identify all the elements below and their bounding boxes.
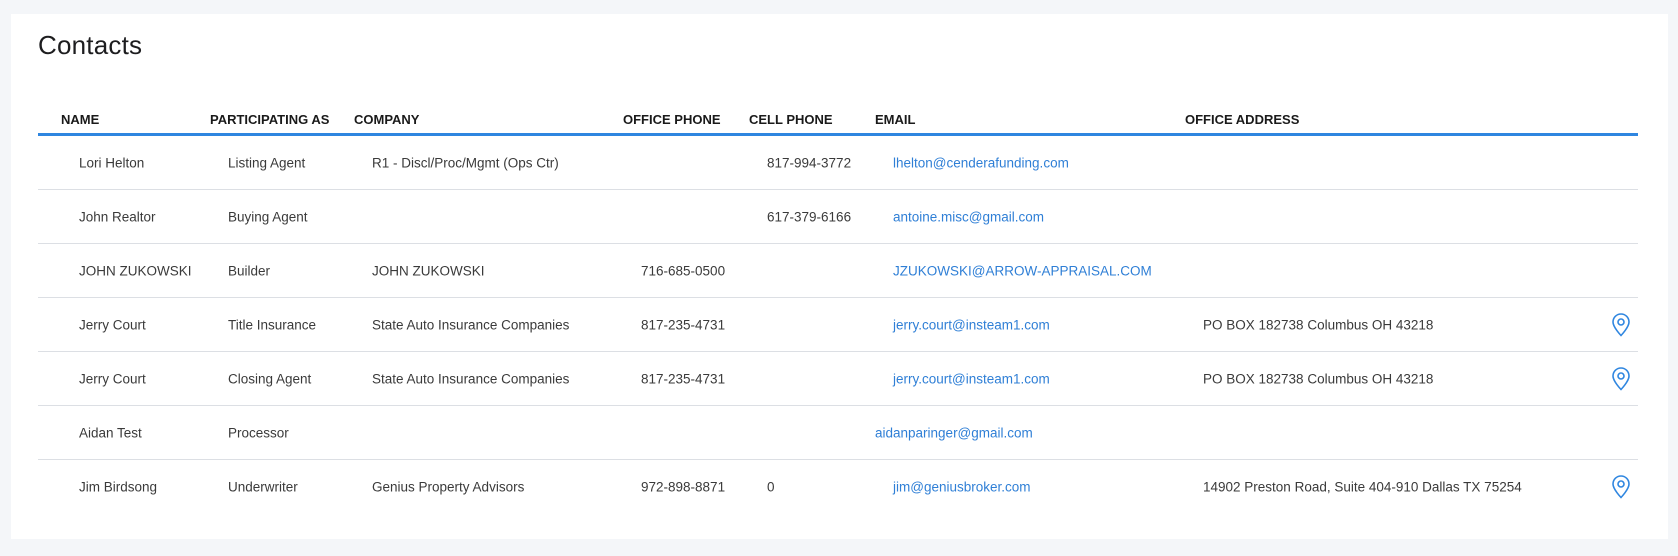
contact-name: Lori Helton bbox=[79, 155, 145, 170]
table-header: NAME PARTICIPATING AS COMPANY OFFICE PHO… bbox=[38, 92, 1638, 136]
column-header-office-phone[interactable]: OFFICE PHONE bbox=[623, 112, 721, 127]
contact-name: John Realtor bbox=[79, 209, 156, 224]
contacts-table: NAME PARTICIPATING AS COMPANY OFFICE PHO… bbox=[38, 92, 1638, 514]
contact-company: R1 - Discl/Proc/Mgmt (Ops Ctr) bbox=[372, 155, 559, 170]
map-pin-icon[interactable] bbox=[1611, 312, 1631, 337]
contact-role: Closing Agent bbox=[228, 371, 312, 386]
contact-company: JOHN ZUKOWSKI bbox=[372, 263, 485, 278]
contact-office-address: 14902 Preston Road, Suite 404-910 Dallas… bbox=[1203, 479, 1522, 495]
table-row: Jim Birdsong Underwriter Genius Property… bbox=[38, 460, 1638, 514]
table-row: Jerry Court Closing Agent State Auto Ins… bbox=[38, 352, 1638, 406]
contact-name: Jerry Court bbox=[79, 317, 146, 332]
contact-name: Jim Birdsong bbox=[79, 479, 158, 495]
table-row: JOHN ZUKOWSKI Builder JOHN ZUKOWSKI 716-… bbox=[38, 244, 1638, 298]
contact-email-link[interactable]: jim@geniusbroker.com bbox=[893, 480, 1031, 495]
contact-role: Title Insurance bbox=[228, 317, 317, 332]
contact-company: State Auto Insurance Companies bbox=[372, 371, 570, 386]
column-header-office-address[interactable]: OFFICE ADDRESS bbox=[1185, 112, 1299, 127]
column-header-name[interactable]: NAME bbox=[61, 112, 99, 127]
contact-role: Listing Agent bbox=[228, 155, 306, 170]
column-header-email[interactable]: EMAIL bbox=[875, 112, 915, 127]
column-header-company[interactable]: COMPANY bbox=[354, 112, 419, 127]
contact-cell-phone: 617-379-6166 bbox=[767, 209, 852, 224]
contact-role: Underwriter bbox=[228, 479, 298, 495]
contact-company: State Auto Insurance Companies bbox=[372, 317, 570, 332]
contact-cell-phone: 0 bbox=[767, 479, 775, 495]
contact-name: Aidan Test bbox=[79, 425, 142, 440]
contact-email-link[interactable]: jerry.court@insteam1.com bbox=[893, 371, 1050, 386]
contact-email-link[interactable]: jerry.court@insteam1.com bbox=[893, 317, 1050, 332]
table-row: Lori Helton Listing Agent R1 - Discl/Pro… bbox=[38, 136, 1638, 190]
contact-email-link[interactable]: aidanparinger@gmail.com bbox=[875, 425, 1033, 440]
contact-name: Jerry Court bbox=[79, 371, 146, 386]
contact-role: Builder bbox=[228, 263, 271, 278]
map-pin-icon[interactable] bbox=[1611, 366, 1631, 391]
column-header-cell-phone[interactable]: CELL PHONE bbox=[749, 112, 833, 127]
contact-office-phone: 716-685-0500 bbox=[641, 263, 726, 278]
contact-email-link[interactable]: antoine.misc@gmail.com bbox=[893, 209, 1044, 224]
contact-office-address: PO BOX 182738 Columbus OH 43218 bbox=[1203, 371, 1434, 386]
page-title: Contacts bbox=[38, 30, 143, 60]
table-row: John Realtor Buying Agent 617-379-6166 a… bbox=[38, 190, 1638, 244]
contact-email-link[interactable]: lhelton@cenderafunding.com bbox=[893, 155, 1069, 170]
map-pin-icon[interactable] bbox=[1611, 475, 1631, 499]
contact-company: Genius Property Advisors bbox=[372, 479, 525, 495]
contact-office-phone: 972-898-8871 bbox=[641, 479, 726, 495]
contact-role: Processor bbox=[228, 425, 289, 440]
contact-email-link[interactable]: JZUKOWSKI@ARROW-APPRAISAL.COM bbox=[893, 263, 1152, 278]
table-row: Jerry Court Title Insurance State Auto I… bbox=[38, 298, 1638, 352]
contacts-card: Contacts NAME PARTICIPATING AS COMPANY O… bbox=[11, 14, 1668, 539]
column-header-participating-as[interactable]: PARTICIPATING AS bbox=[210, 112, 329, 127]
contact-name: JOHN ZUKOWSKI bbox=[79, 263, 192, 278]
table-row: Aidan Test Processor aidanparinger@gmail… bbox=[38, 406, 1638, 460]
contact-role: Buying Agent bbox=[228, 209, 308, 224]
table-body: Lori Helton Listing Agent R1 - Discl/Pro… bbox=[38, 136, 1638, 514]
contact-office-phone: 817-235-4731 bbox=[641, 317, 726, 332]
contact-office-address: PO BOX 182738 Columbus OH 43218 bbox=[1203, 317, 1434, 332]
contact-cell-phone: 817-994-3772 bbox=[767, 155, 852, 170]
contact-office-phone: 817-235-4731 bbox=[641, 371, 726, 386]
